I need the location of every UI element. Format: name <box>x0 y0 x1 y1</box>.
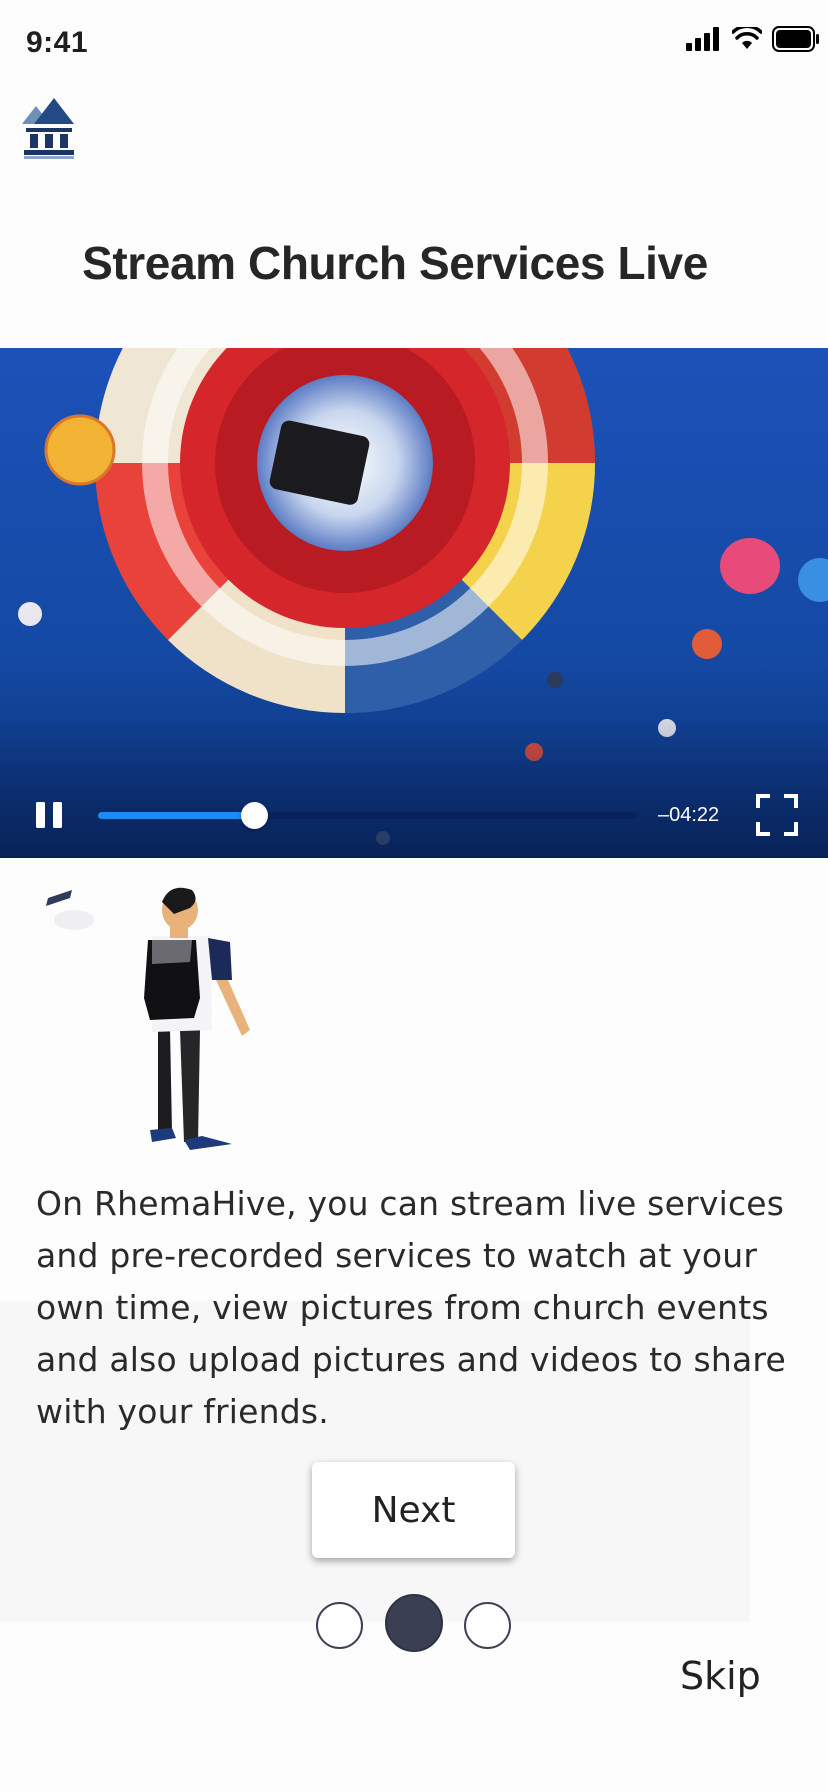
status-bar: 9:41 <box>0 0 828 90</box>
video-controls <box>0 718 828 858</box>
page-indicator <box>316 1594 512 1654</box>
page-dot-3[interactable] <box>464 1602 511 1649</box>
status-icons <box>686 26 820 52</box>
page-dot-2-active[interactable] <box>385 1594 443 1652</box>
onboarding-description: On RhemaHive, you can stream live servic… <box>36 1184 786 1431</box>
status-time: 9:41 <box>26 26 89 59</box>
progress-fill <box>98 812 255 819</box>
battery-icon <box>772 26 819 52</box>
cellular-signal-icon <box>686 27 719 51</box>
church-icon[interactable] <box>20 96 78 162</box>
backpacker-illustration <box>46 887 250 1150</box>
progress-thumb[interactable] <box>241 802 269 829</box>
video-player[interactable] <box>0 348 828 858</box>
wifi-icon <box>732 27 762 49</box>
pause-button[interactable] <box>34 800 64 830</box>
fullscreen-icon[interactable] <box>756 794 798 836</box>
progress-bar[interactable] <box>98 802 636 829</box>
next-button[interactable]: Next <box>312 1462 515 1558</box>
time-remaining: –04:22 <box>658 804 720 826</box>
page-title: Stream Church Services Live <box>82 237 708 289</box>
skip-button[interactable]: Skip <box>680 1654 761 1698</box>
page-dot-1[interactable] <box>316 1602 363 1649</box>
